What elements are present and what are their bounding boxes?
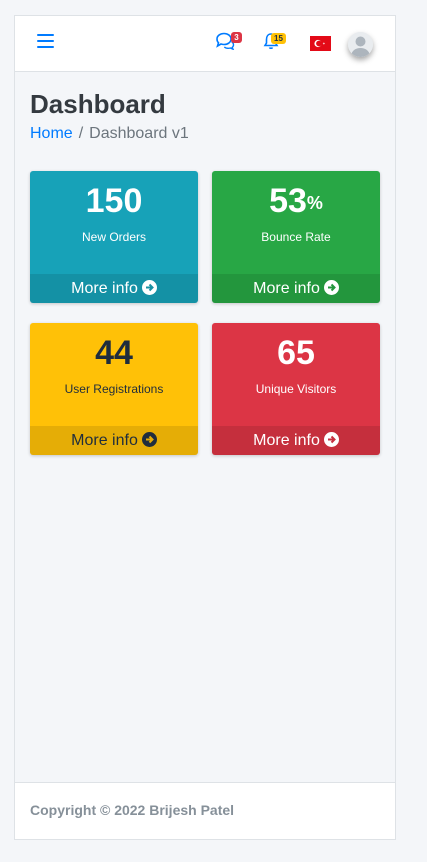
page-title: Dashboard [30,89,166,119]
user-registrations-more-info-link[interactable]: More info [30,426,198,455]
breadcrumb-separator: / [78,125,84,142]
user-icon [348,32,373,57]
unique-visitors-card: 65 Unique Visitors More info [212,323,380,455]
user-avatar[interactable] [348,32,373,57]
messages-badge: 3 [231,32,242,43]
unique-visitors-more-info-link[interactable]: More info [212,426,380,455]
new-orders-card: 150 New Orders More info [30,171,198,303]
language-flag-icon[interactable] [310,36,331,51]
user-registrations-card: 44 User Registrations More info [30,323,198,455]
content-header: Dashboard Home / Dashboard v1 [15,72,395,143]
messages-button[interactable]: 3 [215,32,242,55]
app-frame: 3 15 Dashboard Home / Dashboard v1 150 N… [14,15,396,840]
card-value: 150 [85,182,143,220]
breadcrumb-current: Dashboard v1 [89,125,189,142]
bounce-rate-card: 53% Bounce Rate More info [212,171,380,303]
card-label: User Registrations [64,382,164,396]
breadcrumb-home-link[interactable]: Home [30,125,73,142]
card-value: 53% [269,182,323,220]
menu-toggle-icon[interactable] [37,34,54,50]
copyright-text: Copyright © 2022 Brijesh Patel [30,802,235,818]
breadcrumb: Home / Dashboard v1 [30,125,380,143]
arrow-circle-right-icon [323,432,339,447]
new-orders-more-info-link[interactable]: More info [30,274,198,303]
notifications-badge: 15 [271,33,286,44]
bounce-rate-more-info-link[interactable]: More info [212,274,380,303]
notifications-button[interactable]: 15 [263,32,286,55]
card-label: Unique Visitors [255,382,337,396]
arrow-circle-right-icon [141,432,157,447]
turkey-flag-icon [310,36,331,51]
arrow-circle-right-icon [323,280,339,295]
main-footer: Copyright © 2022 Brijesh Patel [15,782,395,839]
card-value: 44 [95,334,133,372]
card-label: Bounce Rate [261,230,331,244]
top-navbar: 3 15 [15,16,395,72]
arrow-circle-right-icon [141,280,157,295]
card-value: 65 [277,334,315,372]
card-label: New Orders [81,230,146,244]
